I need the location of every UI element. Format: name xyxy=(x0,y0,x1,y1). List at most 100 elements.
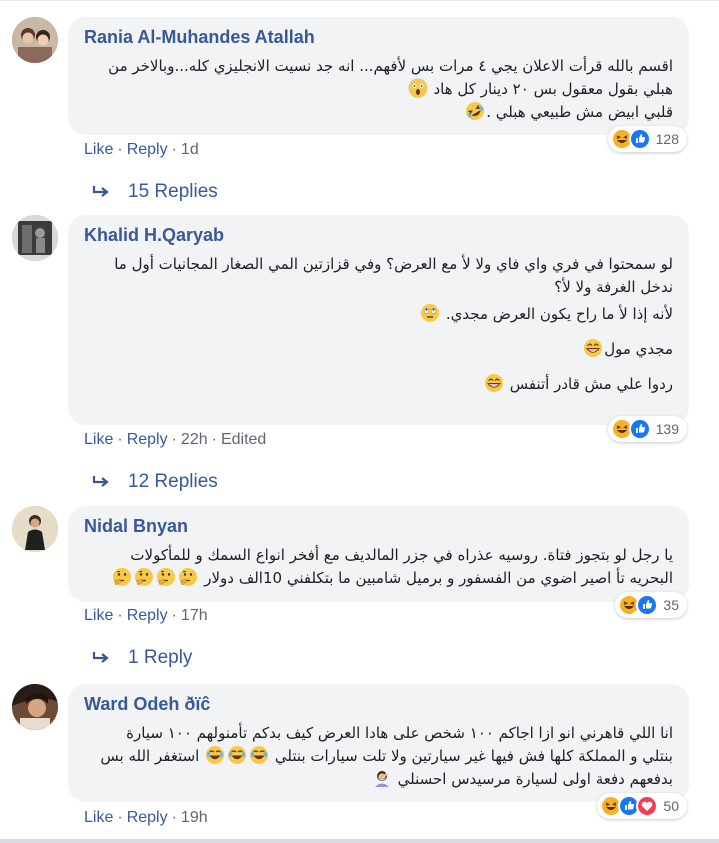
comment-bubble: Ward Odeh ðïĉ انا اللي قاهرني انو ازا اج… xyxy=(68,684,689,802)
comment-line-wrap: هبلي بقول معقول بس ٢٠ دينار كل هاد xyxy=(84,78,673,101)
reaction-count: 50 xyxy=(663,798,679,814)
like-link[interactable]: Like xyxy=(84,431,113,448)
comment-line-wrap: بنتلي و المملكة كلها فش فيها غير سيارتين… xyxy=(84,745,673,768)
comment-line: انا اللي قاهرني انو ازا اجاكم ١٠٠ شخص عل… xyxy=(126,724,673,742)
top-divider xyxy=(0,0,719,1)
comment-line-wrap: البحريه تأ اصير اضوي من الفسفور و برميل … xyxy=(84,567,673,590)
reply-arrow-icon xyxy=(92,476,109,487)
comment-bubble: Khalid H.Qaryab لو سمحتوا في فري واي فاي… xyxy=(68,215,689,425)
comment-author[interactable]: Khalid H.Qaryab xyxy=(84,224,673,246)
comment-age[interactable]: 22h xyxy=(181,431,208,448)
avatar-photo xyxy=(12,215,58,261)
replies-count: 1 Reply xyxy=(128,647,193,668)
reaction-summary[interactable]: 139 xyxy=(607,416,687,442)
separator: · xyxy=(117,431,123,448)
rolling-eyes-emoji xyxy=(420,303,440,323)
comment-age[interactable]: 19h xyxy=(181,809,208,826)
view-replies-link[interactable]: 12 Replies xyxy=(92,471,218,493)
reaction-count: 128 xyxy=(655,131,679,147)
comment-actions: Like · Reply · 1d xyxy=(84,140,199,160)
comment-line-wrap: بدفعهم دفعة اولى لسيارة مرسيدس احسنلي xyxy=(84,768,673,791)
comment-actions: Like · Reply · 19h xyxy=(84,808,208,828)
like-icon xyxy=(628,418,651,440)
reaction-summary[interactable]: 35 xyxy=(615,592,687,618)
thinking-emoji xyxy=(134,567,154,587)
separator: · xyxy=(171,141,177,158)
comment-author: Ward Odeh xyxy=(84,694,180,714)
avatar-photo xyxy=(12,506,58,552)
reaction-summary[interactable]: 50 xyxy=(597,793,687,819)
like-link[interactable]: Like xyxy=(84,141,113,158)
avatar[interactable] xyxy=(12,17,58,63)
avatar-photo xyxy=(12,17,58,63)
reaction-count: 35 xyxy=(663,597,679,613)
comment-age[interactable]: 1d xyxy=(181,141,199,158)
comment-author[interactable]: Rania Al-Muhandes Atallah xyxy=(84,26,673,48)
comment-actions: Like · Reply · 22h · Edited xyxy=(84,430,266,450)
replies-count: 15 Replies xyxy=(128,181,218,202)
avatar[interactable] xyxy=(12,506,58,552)
avatar[interactable] xyxy=(12,215,58,261)
scream-emoji xyxy=(408,78,428,98)
comment-author[interactable]: Nidal Bnyan xyxy=(84,515,673,537)
separator: · xyxy=(117,607,123,624)
comment-line: لو سمحتوا في فري واي فاي ولا لأ مع العرض… xyxy=(114,255,673,273)
separator: · xyxy=(117,809,123,826)
replies-count: 12 Replies xyxy=(128,471,218,492)
separator: · xyxy=(171,809,177,826)
rofl-emoji xyxy=(465,101,485,121)
comment-line-wrap: مجدي مول xyxy=(84,338,673,361)
comment-actions: Like · Reply · 17h xyxy=(84,606,208,626)
comment-line-wrap: قلبي ابيض مش طبيعي هبلي . xyxy=(84,101,673,124)
reply-link[interactable]: Reply xyxy=(127,607,168,624)
comment-line: مجدي مول xyxy=(604,340,673,358)
separator: · xyxy=(171,607,177,624)
comment-line: استغفر الله بس xyxy=(100,747,200,765)
comment-line: لأنه إذا لأ ما راح يكون العرض مجدي. xyxy=(445,305,673,323)
reaction-summary[interactable]: 128 xyxy=(607,126,687,152)
comment-line: البحريه تأ اصير اضوي من الفسفور و برميل … xyxy=(204,569,673,587)
comment-line-wrap: ردوا علي مش قادر أتنفس xyxy=(84,373,673,396)
author-suffix: ðïĉ xyxy=(184,694,211,714)
reply-link[interactable]: Reply xyxy=(127,141,168,158)
comment-bubble: Rania Al-Muhandes Atallah اقسم بالله قرأ… xyxy=(68,17,689,135)
comment-text: يا رجل لو بتجوز فتاة. روسيه عذراه في جزر… xyxy=(84,544,673,590)
thinking-emoji xyxy=(156,567,176,587)
avatar[interactable] xyxy=(12,684,58,730)
thinking-emoji xyxy=(178,567,198,587)
grin-emoji xyxy=(484,373,504,393)
reply-link[interactable]: Reply xyxy=(127,809,168,826)
reply-link[interactable]: Reply xyxy=(127,431,168,448)
comment-text: اقسم بالله قرأت الاعلان يجي ٤ مرات بس لأ… xyxy=(84,55,673,124)
like-link[interactable]: Like xyxy=(84,809,113,826)
comment-line: اقسم بالله قرأت الاعلان يجي ٤ مرات بس لأ… xyxy=(108,57,673,75)
grin-emoji xyxy=(583,338,603,358)
bottom-divider xyxy=(0,839,719,843)
joy-emoji xyxy=(227,745,247,765)
view-replies-link[interactable]: 1 Reply xyxy=(92,647,192,669)
comment-line: ردوا علي مش قادر أتنفس xyxy=(509,375,673,393)
like-icon xyxy=(636,594,659,616)
view-replies-link[interactable]: 15 Replies xyxy=(92,181,218,203)
like-link[interactable]: Like xyxy=(84,607,113,624)
comment-line: قلبي ابيض مش طبيعي هبلي . xyxy=(486,103,673,121)
separator: · xyxy=(171,431,177,448)
edited-label[interactable]: Edited xyxy=(221,431,266,448)
comment-line-wrap: لأنه إذا لأ ما راح يكون العرض مجدي. xyxy=(84,303,673,326)
separator: · xyxy=(211,431,217,448)
separator: · xyxy=(117,141,123,158)
reply-arrow-icon xyxy=(92,652,109,663)
comment-age[interactable]: 17h xyxy=(181,607,208,624)
joy-emoji xyxy=(205,745,225,765)
comment-bubble: Nidal Bnyan يا رجل لو بتجوز فتاة. روسيه … xyxy=(68,506,689,602)
facepalm-emoji xyxy=(372,768,392,788)
comment-author-wrap[interactable]: Ward Odeh ðïĉ xyxy=(84,693,673,715)
comment-line: بدفعهم دفعة اولى لسيارة مرسيدس احسنلي xyxy=(397,770,673,788)
avatar-photo xyxy=(12,684,58,730)
comment-text: انا اللي قاهرني انو ازا اجاكم ١٠٠ شخص عل… xyxy=(84,722,673,791)
reply-arrow-icon xyxy=(92,186,109,197)
comment-line: هبلي بقول معقول بس ٢٠ دينار كل هاد xyxy=(433,80,674,98)
reaction-count: 139 xyxy=(655,421,679,437)
love-icon xyxy=(636,795,659,817)
comment-line: يا رجل لو بتجوز فتاة. روسيه عذراه في جزر… xyxy=(130,546,673,564)
